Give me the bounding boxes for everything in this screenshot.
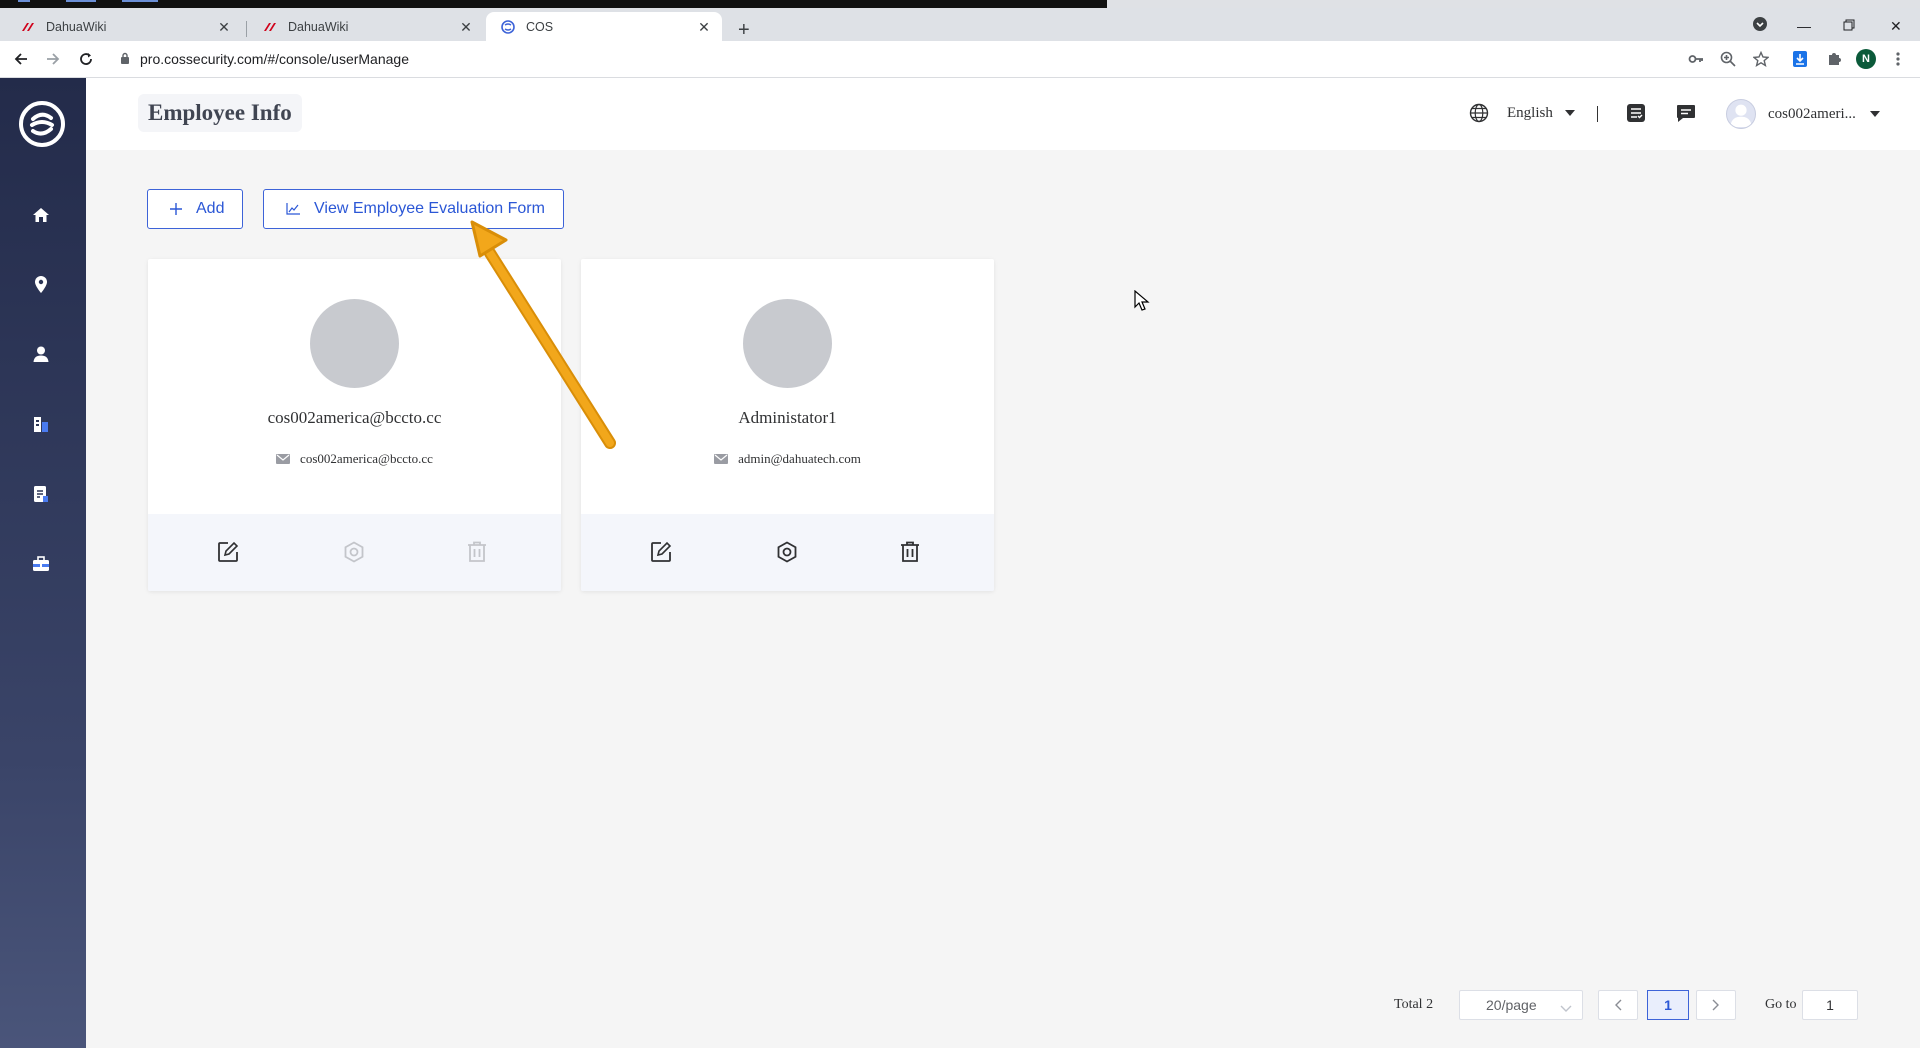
tab-close-icon[interactable]: ✕ [458,19,474,35]
document-icon[interactable] [30,483,52,505]
forward-icon[interactable] [42,48,64,70]
back-icon[interactable] [10,48,32,70]
screen-top-strip [0,0,1920,8]
chevron-down-icon [1564,110,1575,116]
avatar [310,299,399,388]
restore-icon[interactable] [1843,18,1855,34]
extensions-puzzle-icon[interactable] [1824,49,1844,69]
plus-icon [170,203,182,215]
browser-menu-icon[interactable] [1888,49,1908,69]
mail-icon [714,454,729,464]
view-evaluation-form-button[interactable]: View Employee Evaluation Form [263,189,564,229]
employee-email: cos002america@bccto.cc [148,451,561,467]
chevron-right-icon [1712,999,1719,1011]
chevron-down-icon [1560,1000,1572,1016]
prev-page-button[interactable] [1598,990,1638,1020]
page-size-label: 20/page [1486,997,1537,1013]
home-icon[interactable] [30,204,52,226]
messages-icon[interactable] [1676,104,1696,123]
browser-tab-3[interactable]: COS ✕ [486,12,722,41]
delete-icon[interactable] [898,540,922,564]
employee-name: cos002america@bccto.cc [267,408,442,427]
view-evaluation-form-label: View Employee Evaluation Form [314,200,545,217]
lock-icon [120,51,130,67]
new-tab-icon[interactable]: + [738,20,750,40]
browser-toolbar: pro.cossecurity.com/#/console/userManage… [0,41,1920,78]
user-icon[interactable] [30,343,52,365]
location-pin-icon[interactable] [30,274,52,296]
add-button[interactable]: Add [147,189,244,229]
address-bar[interactable]: pro.cossecurity.com/#/console/userManage [120,48,409,70]
line-chart-icon [286,203,300,215]
taskbar-strip [0,0,1107,8]
employee-name: Administator1 [738,408,837,427]
card-actions [148,514,561,591]
edit-icon[interactable] [649,540,673,564]
language-selector[interactable]: English [1469,103,1575,123]
download-extension-icon[interactable] [1790,49,1810,69]
employee-email-text: admin@dahuatech.com [738,451,861,466]
tab-search-icon[interactable] [1752,16,1768,35]
strip-marker [66,0,96,2]
tab-title: COS [526,19,554,34]
language-label: English [1507,104,1553,121]
header-divider [1597,106,1598,122]
mail-icon [276,454,291,464]
app-sidebar [0,78,86,1048]
browser-tab-1[interactable]: DahuaWiki ✕ [6,12,242,41]
chevron-down-icon [1869,111,1880,117]
employee-email: admin@dahuatech.com [581,451,994,467]
minimize-icon[interactable]: — [1797,18,1811,34]
card-actions [581,514,994,591]
employee-card: Administator1 admin@dahuatech.com [581,259,994,591]
page-number-current[interactable]: 1 [1647,990,1689,1020]
app-header: Employee Info English cos002ameri... [86,78,1920,150]
building-icon[interactable] [30,413,52,435]
employee-card: cos002america@bccto.cc cos002america@bcc… [148,259,561,591]
key-icon[interactable] [1686,49,1706,69]
delete-icon[interactable] [465,540,489,564]
page-title: Employee Info [138,94,302,132]
user-menu[interactable]: cos002ameri... [1726,99,1880,129]
mouse-cursor-icon [1134,290,1150,311]
strip-marker [18,0,30,2]
bookmark-star-icon[interactable] [1751,49,1771,69]
edit-icon[interactable] [216,540,240,564]
goto-label: Go to [1765,997,1797,1012]
reload-icon[interactable] [75,48,97,70]
profile-avatar[interactable]: N [1856,49,1876,69]
page-size-select[interactable]: 20/page [1459,990,1583,1020]
dahua-logo-icon [20,19,36,35]
browser-tab-2[interactable]: DahuaWiki ✕ [248,12,484,41]
dahua-logo-icon [262,19,278,35]
tab-close-icon[interactable]: ✕ [216,19,232,35]
next-page-button[interactable] [1696,990,1736,1020]
tab-title: DahuaWiki [288,19,349,34]
pagination-total: Total 2 [1394,997,1434,1012]
browser-tab-bar: DahuaWiki ✕ DahuaWiki ✕ COS ✕ + — ✕ [0,8,1920,41]
tab-title: DahuaWiki [46,19,107,34]
tasks-icon[interactable] [1626,103,1646,123]
chevron-left-icon [1615,999,1622,1011]
url-text: pro.cossecurity.com/#/console/userManage [140,51,409,67]
add-button-label: Add [196,200,225,217]
tab-separator [246,21,247,37]
employee-email-text: cos002america@bccto.cc [300,451,433,466]
globe-icon [1469,103,1489,123]
briefcase-icon[interactable] [30,553,52,575]
user-name: cos002ameri... [1768,105,1856,122]
avatar [743,299,832,388]
cos-logo-icon[interactable] [18,100,66,148]
zoom-icon[interactable] [1718,49,1738,69]
strip-marker [122,0,158,2]
avatar [1726,99,1756,129]
close-window-icon[interactable]: ✕ [1890,18,1902,35]
goto-page-input[interactable]: 1 [1802,990,1858,1020]
main-content: Add View Employee Evaluation Form cos002… [86,150,1920,1048]
settings-icon[interactable] [775,540,799,564]
tab-close-icon[interactable]: ✕ [696,19,712,35]
cos-logo-icon [500,19,516,35]
settings-icon[interactable] [342,540,366,564]
